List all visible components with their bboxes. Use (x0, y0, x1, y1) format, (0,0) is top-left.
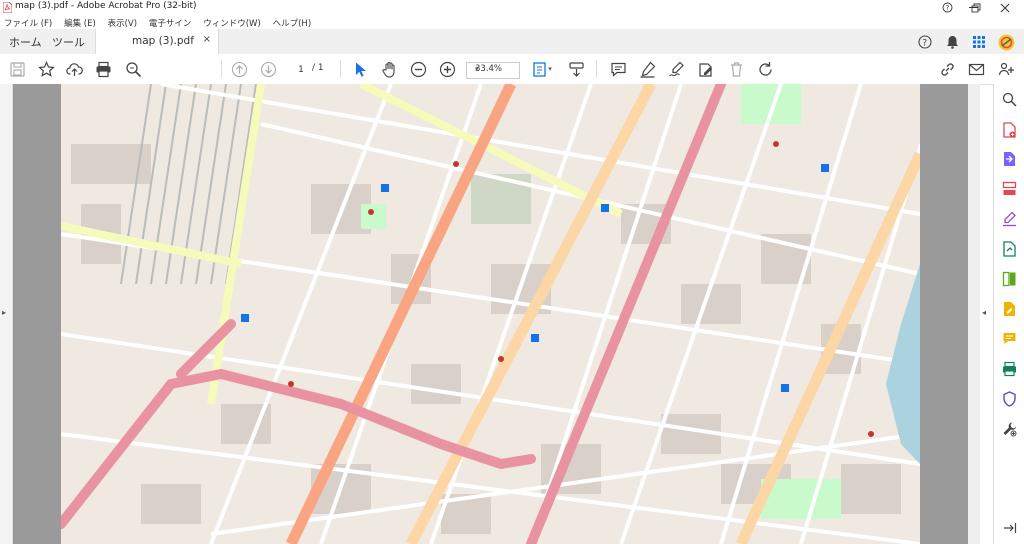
toolbar: / 1 33.4% ▾ ▾ (0, 54, 1024, 85)
save-icon[interactable] (7, 59, 27, 79)
fill-and-sign-icon[interactable] (696, 59, 716, 79)
window-title: map (3).pdf - Adobe Acrobat Pro (32-bit) (15, 1, 197, 11)
zoom-out-icon[interactable] (408, 59, 428, 79)
delete-trash-icon[interactable] (726, 59, 746, 79)
menu-file[interactable]: ファイル (F) (0, 16, 56, 29)
tab-document[interactable]: map (3).pdf × (95, 29, 219, 55)
cloud-upload-icon[interactable] (64, 59, 84, 79)
fit-options-chevron-icon[interactable]: ▾ (546, 59, 554, 79)
next-page-icon[interactable] (258, 59, 278, 79)
print-production-icon[interactable] (1001, 360, 1018, 377)
edit-pdf-icon[interactable] (1001, 300, 1018, 317)
menu-e-sign[interactable]: 電子サイン (145, 16, 196, 29)
notification-bell-icon[interactable] (943, 33, 961, 51)
zoom-level-dropdown[interactable]: 33.4% ▾ (466, 62, 520, 79)
fill-sign-icon[interactable] (1001, 210, 1018, 227)
title-bar: map (3).pdf - Adobe Acrobat Pro (32-bit)… (0, 0, 1024, 15)
toolbar-divider (340, 60, 341, 78)
search-zoom-icon[interactable] (123, 59, 143, 79)
toolbar-divider (596, 60, 597, 78)
acrobat-pdf-icon (3, 2, 12, 13)
star-icon[interactable] (36, 59, 56, 79)
share-people-icon[interactable] (996, 59, 1016, 79)
scrolling-mode-icon[interactable] (566, 59, 586, 79)
send-for-signature-icon[interactable] (1001, 240, 1018, 257)
draw-freeform-icon[interactable] (666, 59, 686, 79)
combine-files-icon[interactable] (1001, 270, 1018, 287)
menu-bar: ファイル (F) 編集 (E) 表示(V) 電子サイン ウィンドウ(W) ヘルプ… (0, 15, 1024, 29)
link-sign-icon[interactable] (937, 59, 957, 79)
menu-help[interactable]: ヘルプ(H) (269, 16, 316, 29)
menu-edit[interactable]: 編集 (E) (60, 16, 100, 29)
page-number-input[interactable] (288, 62, 314, 78)
previous-page-icon[interactable] (229, 59, 249, 79)
close-window-button[interactable] (990, 0, 1020, 15)
pdf-page-map[interactable] (61, 84, 920, 544)
export-pdf-icon[interactable] (1001, 150, 1018, 167)
left-panel-toggle[interactable]: ▸ (0, 84, 13, 544)
print-icon[interactable] (93, 59, 113, 79)
help-icon[interactable]: ? (916, 33, 934, 51)
protect-shield-icon[interactable] (1001, 390, 1018, 407)
vertical-scrollbar[interactable] (968, 84, 980, 544)
create-pdf-icon[interactable] (1001, 121, 1018, 138)
close-tab-icon[interactable]: × (203, 34, 211, 45)
svg-text:?: ? (945, 4, 949, 12)
organize-pages-icon[interactable] (1001, 180, 1018, 197)
search-zoom-icon[interactable] (1001, 91, 1018, 108)
tab-home[interactable]: ホーム (9, 29, 42, 54)
email-icon[interactable] (966, 59, 986, 79)
menu-view[interactable]: 表示(V) (104, 16, 141, 29)
toolbar-divider (221, 60, 222, 78)
rotate-icon[interactable] (755, 59, 775, 79)
select-cursor-icon[interactable] (350, 59, 370, 79)
hand-tool-icon[interactable] (379, 59, 399, 79)
highlight-pen-icon[interactable] (637, 59, 657, 79)
expand-left-panel-icon[interactable]: ▸ (2, 308, 6, 317)
svg-text:?: ? (922, 39, 927, 49)
document-tab-label: map (3).pdf (132, 35, 194, 47)
tab-tools[interactable]: ツール (52, 29, 85, 54)
apps-grid-icon[interactable] (970, 33, 988, 51)
right-tools-panel (993, 84, 1024, 544)
restore-button[interactable] (961, 0, 991, 15)
more-tools-icon[interactable] (1001, 420, 1018, 437)
tab-bar: ホーム ツール map (3).pdf × ? (0, 29, 1024, 55)
zoom-in-icon[interactable] (437, 59, 457, 79)
comment-icon[interactable] (1001, 330, 1018, 347)
street-map-image (61, 84, 920, 544)
collapse-panel-icon[interactable] (1001, 519, 1018, 536)
page-total: / 1 (312, 63, 324, 73)
collapse-right-panel-icon[interactable]: ◂ (982, 308, 986, 317)
user-avatar[interactable] (997, 33, 1015, 51)
comment-icon[interactable] (608, 59, 628, 79)
menu-window[interactable]: ウィンドウ(W) (199, 16, 265, 29)
chevron-down-icon: ▾ (475, 65, 479, 73)
